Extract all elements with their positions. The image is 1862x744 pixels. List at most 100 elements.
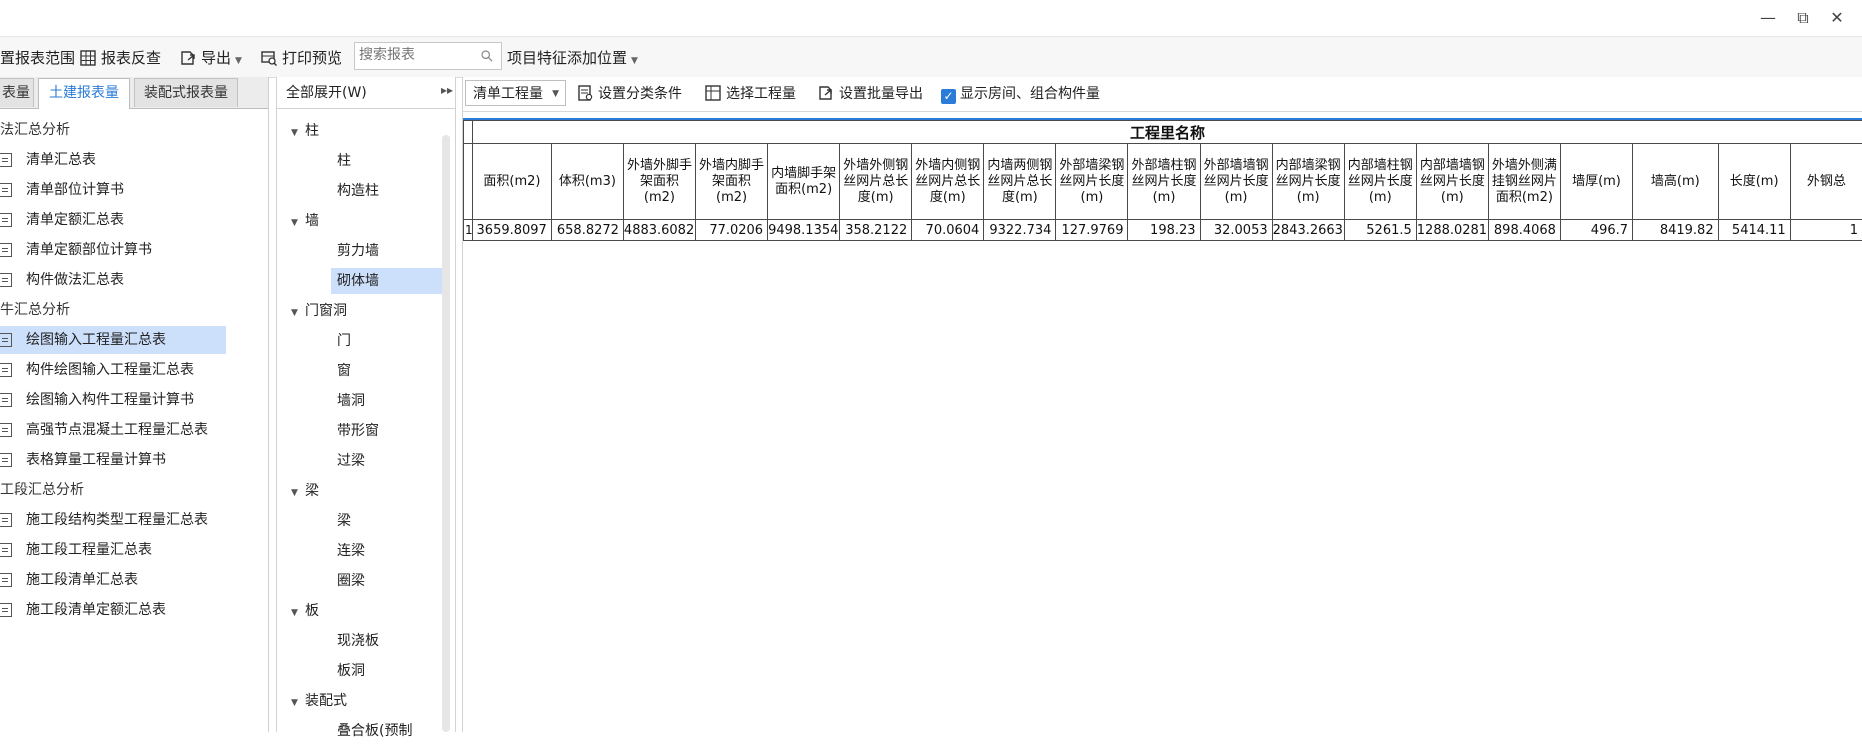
column-header[interactable]: 内部墙柱钢丝网片长度(m)	[1344, 144, 1416, 220]
show-rooms-checkbox[interactable]: ✓显示房间、组合构件量	[941, 83, 1100, 105]
report-list-item[interactable]: 构件做法汇总表	[0, 266, 226, 294]
double-chevron-right-icon[interactable]: ▸▸	[441, 83, 453, 97]
checkmark-icon[interactable]: ✓	[941, 89, 956, 104]
column-header[interactable]: 外墙外脚手架面积(m2)	[623, 144, 695, 220]
tree-category-node[interactable]: ▼板	[291, 598, 319, 624]
tree-item-node[interactable]: 带形窗	[331, 418, 445, 444]
table-cell[interactable]: 127.9769	[1056, 220, 1128, 241]
tree-item-node[interactable]: 梁	[331, 508, 445, 534]
report-list-item[interactable]: 表格算量工程量计算书	[0, 446, 226, 474]
restore-button[interactable]: ⧉	[1793, 8, 1813, 28]
table-cell[interactable]: 8419.82	[1633, 220, 1719, 241]
select-quantity-button[interactable]: 选择工程量	[705, 83, 796, 105]
report-list-item[interactable]: 施工段清单定额汇总表	[0, 596, 226, 624]
table-cell[interactable]: 358.2122	[840, 220, 912, 241]
tree-item-node[interactable]: 墙洞	[331, 388, 445, 414]
report-list-item[interactable]: 构件绘图输入工程量汇总表	[0, 356, 226, 384]
table-cell[interactable]: 5414.11	[1718, 220, 1790, 241]
export-button[interactable]: 导出▼	[180, 47, 242, 69]
table-cell[interactable]: 77.0206	[696, 220, 768, 241]
add-position-dropdown[interactable]: 项目特征添加位置▼	[507, 47, 638, 69]
column-header[interactable]: 长度(m)	[1718, 144, 1790, 220]
quantity-type-select[interactable]: 清单工程量 ▼	[465, 80, 566, 106]
tree-item-node[interactable]: 窗	[331, 358, 445, 384]
report-group-header[interactable]: 法汇总分析	[0, 116, 70, 144]
tree-item-node[interactable]: 门	[331, 328, 445, 354]
tree-category-node[interactable]: ▼门窗洞	[291, 298, 347, 324]
column-header[interactable]: 内墙脚手架面积(m2)	[768, 144, 840, 220]
table-cell[interactable]: 658.8272	[551, 220, 623, 241]
report-list-item[interactable]: 施工段工程量汇总表	[0, 536, 226, 564]
table-cell[interactable]: 198.23	[1128, 220, 1200, 241]
minimize-button[interactable]: —	[1758, 8, 1778, 28]
column-header[interactable]: 外墙内脚手架面积(m2)	[696, 144, 768, 220]
tree-item-node[interactable]: 现浇板	[331, 628, 445, 654]
caret-down-icon[interactable]: ▼	[291, 210, 305, 236]
column-header[interactable]: 面积(m2)	[473, 144, 552, 220]
tree-item-node[interactable]: 砌体墙	[331, 268, 445, 294]
tree-scrollbar[interactable]	[442, 135, 450, 732]
column-header[interactable]: 外部墙墙钢丝网片长度(m)	[1200, 144, 1272, 220]
tree-category-node[interactable]: ▼墙	[291, 208, 319, 234]
table-cell[interactable]: 898.4068	[1488, 220, 1560, 241]
column-header[interactable]: 内墙两侧钢丝网片总长度(m)	[984, 144, 1056, 220]
report-list-item[interactable]: 清单定额部位计算书	[0, 236, 226, 264]
caret-down-icon[interactable]: ▼	[291, 300, 305, 326]
report-list-item[interactable]: 清单部位计算书	[0, 176, 226, 204]
column-header[interactable]: 外部墙梁钢丝网片长度(m)	[1056, 144, 1128, 220]
close-button[interactable]: ✕	[1827, 8, 1847, 28]
report-check-button[interactable]: 报表反查	[80, 47, 161, 69]
column-header[interactable]: 外钢总	[1790, 144, 1862, 220]
table-cell[interactable]: 70.0604	[912, 220, 984, 241]
set-report-range-button[interactable]: 置报表范围	[0, 47, 75, 69]
tree-item-node[interactable]: 连梁	[331, 538, 445, 564]
table-cell[interactable]: 2843.2663	[1272, 220, 1344, 241]
report-list-item[interactable]: 高强节点混凝土工程量汇总表	[0, 416, 226, 444]
table-cell[interactable]: 3659.8097	[473, 220, 552, 241]
tree-item-node[interactable]: 圈梁	[331, 568, 445, 594]
print-preview-button[interactable]: 打印预览	[261, 47, 342, 69]
report-list-item[interactable]: 绘图输入构件工程量计算书	[0, 386, 226, 414]
tab-civil-reports[interactable]: 土建报表量	[38, 78, 130, 109]
tab-reports-partial[interactable]: 表量	[0, 78, 34, 107]
expand-all-control[interactable]: 全部展开(W) ▸▸	[277, 77, 455, 109]
report-list-item[interactable]: 清单汇总表	[0, 146, 226, 174]
table-row[interactable]: 13659.8097658.82724883.608277.02069498.1…	[464, 220, 1862, 241]
tree-category-node[interactable]: ▼装配式	[291, 688, 347, 714]
batch-export-button[interactable]: 设置批量导出	[818, 83, 923, 105]
table-cell[interactable]: 9498.1354	[768, 220, 840, 241]
report-list-item[interactable]: 清单定额汇总表	[0, 206, 226, 234]
report-list-item[interactable]: 施工段清单汇总表	[0, 566, 226, 594]
search-input[interactable]	[355, 43, 477, 67]
column-header[interactable]: 外墙内侧钢丝网片总长度(m)	[912, 144, 984, 220]
table-cell[interactable]: 9322.734	[984, 220, 1056, 241]
tab-prefab-reports[interactable]: 装配式报表量	[134, 78, 238, 107]
tree-category-node[interactable]: ▼梁	[291, 478, 319, 504]
column-header[interactable]: 墙高(m)	[1633, 144, 1719, 220]
tree-item-node[interactable]: 板洞	[331, 658, 445, 684]
report-group-header[interactable]: 牛汇总分析	[0, 296, 70, 324]
column-header[interactable]: 内部墙墙钢丝网片长度(m)	[1416, 144, 1488, 220]
column-header[interactable]: 体积(m3)	[551, 144, 623, 220]
column-header[interactable]: 外墙外侧满挂钢丝网片面积(m2)	[1488, 144, 1560, 220]
caret-down-icon[interactable]: ▼	[291, 600, 305, 626]
report-group-header[interactable]: 工段汇总分析	[0, 476, 84, 504]
table-cell[interactable]: 496.7	[1560, 220, 1632, 241]
caret-down-icon[interactable]: ▼	[291, 480, 305, 506]
set-classify-button[interactable]: 设置分类条件	[577, 83, 682, 105]
table-cell[interactable]: 1288.0281	[1416, 220, 1488, 241]
table-cell[interactable]: 32.0053	[1200, 220, 1272, 241]
caret-down-icon[interactable]: ▼	[291, 120, 305, 146]
table-cell[interactable]: 4883.6082	[623, 220, 695, 241]
tree-item-node[interactable]: 叠合板(预制	[331, 718, 445, 744]
search-icon[interactable]	[481, 50, 493, 62]
tree-item-node[interactable]: 剪力墙	[331, 238, 445, 264]
report-list-item[interactable]: 绘图输入工程量汇总表	[0, 326, 226, 354]
table-cell[interactable]: 5261.5	[1344, 220, 1416, 241]
report-list-item[interactable]: 施工段结构类型工程量汇总表	[0, 506, 226, 534]
tree-category-node[interactable]: ▼柱	[291, 118, 319, 144]
column-header[interactable]: 外部墙柱钢丝网片长度(m)	[1128, 144, 1200, 220]
caret-down-icon[interactable]: ▼	[291, 690, 305, 716]
column-header[interactable]: 墙厚(m)	[1560, 144, 1632, 220]
column-header[interactable]: 内部墙梁钢丝网片长度(m)	[1272, 144, 1344, 220]
